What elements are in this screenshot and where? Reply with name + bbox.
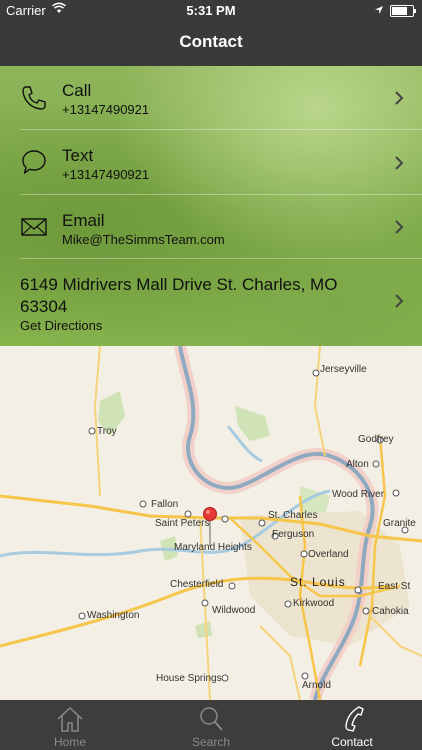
call-row[interactable]: Call +13147490921 [0, 66, 422, 130]
location-map[interactable]: Jerseyville Troy Godfrey Alton Wood Rive… [0, 346, 422, 700]
phone-icon [337, 706, 367, 732]
tab-home[interactable]: Home [0, 700, 140, 750]
battery-icon [390, 4, 416, 17]
call-phone: +13147490921 [62, 102, 150, 117]
map-label-godfrey: Godfrey [358, 434, 394, 445]
contact-panel: Call +13147490921 Text +13147490921 Emai… [0, 66, 422, 346]
map-label-cahokia: Cahokia [372, 606, 409, 617]
map-label-house-springs: House Springs [156, 673, 222, 684]
map-label-arnold: Arnold [302, 680, 331, 691]
status-time: 5:31 PM [186, 3, 236, 18]
email-row[interactable]: Email Mike@TheSimmsTeam.com [0, 195, 422, 259]
map-label-fallon: Fallon [151, 499, 179, 510]
map-label-chesterfield: Chesterfield [170, 579, 224, 590]
map-label-wood-river: Wood River [332, 489, 385, 500]
address-row[interactable]: 6149 Midrivers Mall Drive St. Charles, M… [0, 259, 422, 346]
chevron-right-icon [394, 293, 404, 309]
tab-home-label: Home [53, 735, 86, 749]
home-icon [55, 706, 85, 732]
map-label-washington: Washington [87, 610, 140, 621]
map-label-troy: Troy [97, 426, 117, 437]
map-label-st-louis: St. Louis [290, 575, 346, 589]
call-title: Call [62, 81, 92, 100]
chevron-right-icon [394, 219, 404, 235]
tab-search-label: Search [191, 735, 231, 749]
map-label-granite: Granite [383, 518, 416, 529]
get-directions-label: Get Directions [20, 318, 103, 333]
text-title: Text [62, 146, 94, 165]
top-bar: Carrier 5:31 PM Contact [0, 0, 422, 66]
map-label-jerseyville: Jerseyville [320, 364, 367, 375]
tab-contact[interactable]: Contact [282, 700, 422, 750]
phone-icon [20, 84, 48, 112]
envelope-icon [20, 213, 48, 241]
map-label-overland: Overland [308, 549, 349, 560]
search-icon [196, 706, 226, 732]
text-row[interactable]: Text +13147490921 [0, 130, 422, 195]
text-phone: +13147490921 [62, 167, 150, 182]
map-label-maryland-heights: Maryland Heights [174, 542, 252, 553]
status-bar: Carrier 5:31 PM [0, 0, 422, 22]
map-label-east-st: East St [378, 581, 411, 592]
tab-search[interactable]: Search [141, 700, 281, 750]
map-label-saint-peters: Saint Peters [155, 518, 210, 529]
map-label-wildwood: Wildwood [212, 605, 256, 616]
chevron-right-icon [394, 155, 404, 171]
map-label-kirkwood: Kirkwood [293, 598, 335, 609]
email-title: Email [62, 211, 105, 230]
map-graphics [0, 346, 422, 700]
tab-contact-label: Contact [331, 735, 373, 749]
address-text: 6149 Midrivers Mall Drive St. Charles, M… [20, 275, 338, 316]
map-label-alton: Alton [346, 459, 369, 470]
map-label-ferguson: Ferguson [272, 529, 315, 540]
location-arrow-icon [374, 3, 384, 18]
tab-bar: Home Search Contact [0, 700, 422, 750]
chevron-right-icon [394, 90, 404, 106]
email-address: Mike@TheSimmsTeam.com [62, 232, 225, 247]
speech-bubble-icon [20, 148, 48, 176]
map-label-st-charles: St. Charles [268, 510, 318, 521]
page-title: Contact [179, 32, 243, 51]
